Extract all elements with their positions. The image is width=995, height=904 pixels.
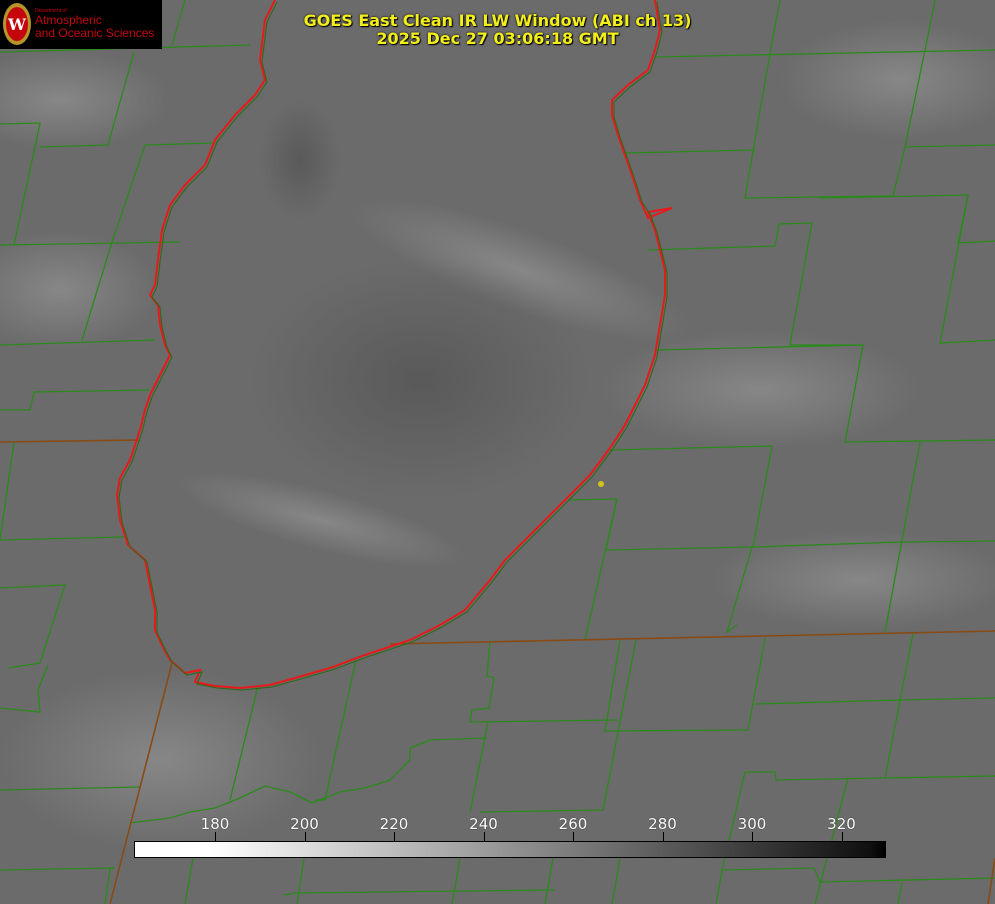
colorbar-tick-label: 320	[827, 815, 856, 833]
colorbar	[134, 841, 886, 858]
colorbar-tick-label: 200	[290, 815, 319, 833]
colorbar-tick-label: 280	[648, 815, 677, 833]
colorbar-tick-mark	[394, 832, 395, 841]
colorbar-tick-mark	[483, 832, 485, 841]
dark-patch	[260, 100, 340, 220]
map-timestamp: 2025 Dec 27 03:06:18 GMT	[376, 29, 619, 48]
colorbar-tick-mark	[841, 832, 843, 841]
satellite-map: W Department of Atmospheric and Oceanic …	[0, 0, 995, 904]
colorbar-tick-label: 240	[469, 815, 498, 833]
colorbar-tick-mark	[752, 832, 753, 841]
dark-patch	[250, 260, 590, 500]
map-title: GOES East Clean IR LW Window (ABI ch 13)	[303, 11, 692, 30]
colorbar-tick-mark	[215, 832, 216, 841]
colorbar-tick-label: 180	[200, 815, 230, 833]
colorbar-tick-label: 260	[558, 815, 588, 833]
colorbar-tick-mark	[573, 832, 574, 841]
cloud-band	[0, 670, 320, 850]
map-canvas	[0, 0, 995, 904]
location-marker	[598, 481, 604, 487]
colorbar-tick-mark	[304, 832, 306, 841]
colorbar-tick-label: 220	[379, 815, 409, 833]
colorbar-tick-mark	[662, 832, 664, 841]
colorbar-tick-label: 300	[737, 815, 767, 833]
